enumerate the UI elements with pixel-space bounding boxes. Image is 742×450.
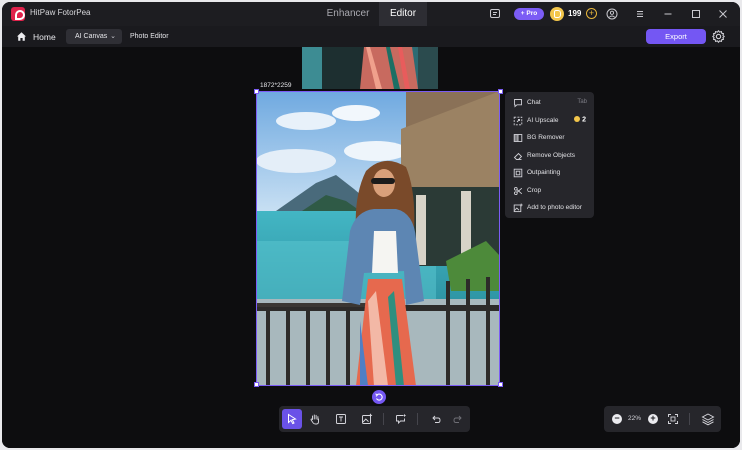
coin-count: 199 <box>568 9 582 18</box>
add-coins-button[interactable]: + <box>586 8 597 19</box>
undo-button[interactable] <box>426 409 446 429</box>
chat-icon <box>514 99 522 108</box>
app-window: HitPaw FotorPea Enhancer Editor + Pro 19… <box>2 2 740 448</box>
menu-item-shortcut: Tab <box>577 99 587 105</box>
chevron-down-icon: ⌄ <box>110 33 116 40</box>
image-dimensions: 1872*2259 <box>260 82 292 89</box>
toolbar-divider <box>383 413 384 425</box>
menu-item-label: BG Remover <box>527 134 565 141</box>
minimize-icon[interactable] <box>662 8 674 20</box>
fit-screen-icon[interactable] <box>667 413 679 425</box>
app-title: HitPaw FotorPea <box>30 8 91 17</box>
resize-handle-bottom-left[interactable] <box>254 382 259 387</box>
credit-badge: 2 <box>574 116 586 123</box>
menu-item-label: Outpainting <box>527 169 561 176</box>
menu-item-crop[interactable]: Crop <box>505 182 594 199</box>
mode-select-value: AI Canvas <box>75 33 108 40</box>
menu-icon[interactable] <box>634 8 646 20</box>
coin-icon <box>550 7 564 21</box>
feedback-icon[interactable] <box>489 8 501 20</box>
photo-editor-link[interactable]: Photo Editor <box>130 33 169 40</box>
select-tool-button[interactable] <box>282 409 302 429</box>
text-icon <box>336 414 346 424</box>
image-context-menu: Chat Tab AI Upscale 2 BG Remover Remove … <box>505 92 594 218</box>
rotate-icon <box>375 393 383 401</box>
menu-item-remove-objects[interactable]: Remove Objects <box>505 147 594 164</box>
maximize-icon[interactable] <box>690 8 702 20</box>
toolbar-divider <box>417 413 418 425</box>
image-add-icon <box>362 413 373 424</box>
zoom-out-button[interactable]: − <box>612 414 622 424</box>
outpainting-icon <box>513 168 523 178</box>
gear-icon[interactable] <box>711 29 726 44</box>
resize-handle-top-right[interactable] <box>498 89 503 94</box>
editor-toolbar: Home AI Canvas ⌄ Photo Editor Export <box>2 26 740 47</box>
menu-item-label: Chat <box>527 99 541 106</box>
add-image-icon <box>513 203 523 213</box>
home-link[interactable]: Home <box>33 32 56 42</box>
account-icon[interactable] <box>606 8 618 20</box>
tab-editor[interactable]: Editor <box>379 2 427 26</box>
export-button[interactable]: Export <box>646 29 706 44</box>
undo-icon <box>432 415 441 423</box>
upscale-icon <box>513 116 523 125</box>
zoom-control: − 22% + <box>604 406 721 432</box>
pan-tool-button[interactable] <box>305 409 325 429</box>
redo-icon <box>453 415 462 423</box>
cursor-icon <box>288 413 297 425</box>
hand-icon <box>310 414 319 425</box>
pro-badge[interactable]: + Pro <box>514 8 544 20</box>
menu-item-add-to-photo-editor[interactable]: Add to photo editor <box>505 199 594 216</box>
eraser-icon <box>513 152 523 160</box>
canvas-area[interactable]: 1872*2259 Chat Tab AI Upscale 2 BG Remov… <box>2 47 740 448</box>
menu-item-outpainting[interactable]: Outpainting <box>505 164 594 181</box>
canvas-image-secondary[interactable] <box>302 47 438 89</box>
menu-item-bg-remover[interactable]: BG Remover <box>505 129 594 146</box>
tab-enhancer[interactable]: Enhancer <box>317 2 379 26</box>
ai-generate-tool-button[interactable] <box>391 409 411 429</box>
rotate-handle[interactable] <box>372 390 386 404</box>
menu-item-ai-upscale[interactable]: AI Upscale 2 <box>505 112 594 129</box>
home-icon[interactable] <box>16 31 27 42</box>
zoom-divider <box>689 413 690 425</box>
layers-icon[interactable] <box>701 412 715 426</box>
app-logo-icon <box>11 7 25 21</box>
title-bar: HitPaw FotorPea Enhancer Editor + Pro 19… <box>2 2 740 26</box>
menu-item-chat[interactable]: Chat Tab <box>505 94 594 111</box>
resize-handle-top-left[interactable] <box>254 89 259 94</box>
mode-select[interactable]: AI Canvas ⌄ <box>66 29 122 44</box>
menu-item-label: Add to photo editor <box>527 204 582 211</box>
menu-item-label: AI Upscale <box>527 116 559 124</box>
zoom-in-button[interactable]: + <box>648 414 658 424</box>
sparkle-chat-icon <box>396 413 407 425</box>
canvas-image-main[interactable] <box>256 91 500 386</box>
resize-handle-bottom-right[interactable] <box>498 382 503 387</box>
menu-item-label: Crop <box>527 186 542 194</box>
close-icon[interactable] <box>717 8 729 20</box>
redo-button[interactable] <box>448 409 468 429</box>
canvas-tool-bar <box>279 406 470 432</box>
add-image-tool-button[interactable] <box>357 409 377 429</box>
crop-icon <box>513 186 523 195</box>
menu-item-label: Remove Objects <box>527 151 576 159</box>
zoom-level: 22% <box>628 415 642 422</box>
bg-remover-icon <box>513 134 523 142</box>
text-tool-button[interactable] <box>331 409 351 429</box>
